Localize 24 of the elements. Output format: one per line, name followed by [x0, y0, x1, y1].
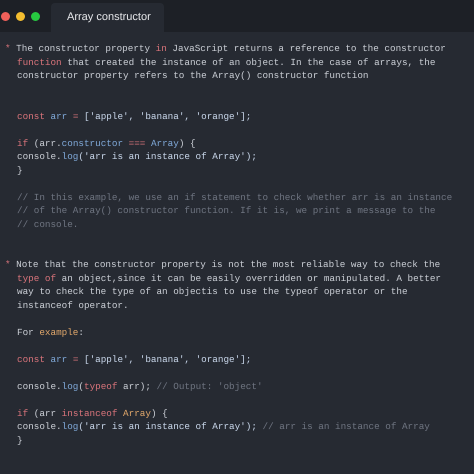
code-line: function that created the instance of an object. In the case of arrays, the [17, 56, 436, 68]
code-line: console.log('arr is an instance of Array'); [17, 151, 257, 162]
maximize-icon[interactable] [31, 12, 40, 20]
code-line: // of the Array() constructor function. If it is, we print a message to the [17, 205, 436, 216]
code-line: constructor property refers to the Array() constructor function [17, 70, 368, 81]
close-icon[interactable] [1, 12, 10, 20]
code-line: instanceof operator. [17, 300, 129, 310]
code-line: console.log(typeof arr); // Output: 'object' [17, 380, 263, 392]
editor-tab[interactable]: Array constructor [51, 3, 164, 32]
code-line: // console. [17, 218, 78, 230]
code-line: For example: [17, 326, 84, 338]
code-line: console.log('arr is an instance of Array'); // arr is an instance of Array [17, 421, 430, 432]
code-line: type of an object,since it can be easily overridden or manipulated. A better [17, 272, 442, 284]
code-line: const arr = ['apple', 'banana', 'orange']; [17, 110, 252, 122]
code-line: } [17, 434, 23, 446]
code-line: way to check the type of an objectis to use the typeof operator or the [17, 286, 408, 297]
code-line: // In this example, we use an if statement to check whether arr is an instance [17, 192, 452, 202]
minimize-icon[interactable] [16, 12, 25, 20]
code-line: * Note that the constructor property is not the most reliable way to check the [5, 259, 440, 270]
code-line: if (arr.constructor === Array) { [17, 138, 196, 148]
code-line: if (arr instanceof Array) { [17, 408, 168, 418]
code-line: const arr = ['apple', 'banana', 'orange']; [17, 354, 252, 364]
code-line: * The constructor property in JavaScript returns a reference to the constructor [5, 43, 446, 54]
code-line: } [17, 164, 23, 176]
